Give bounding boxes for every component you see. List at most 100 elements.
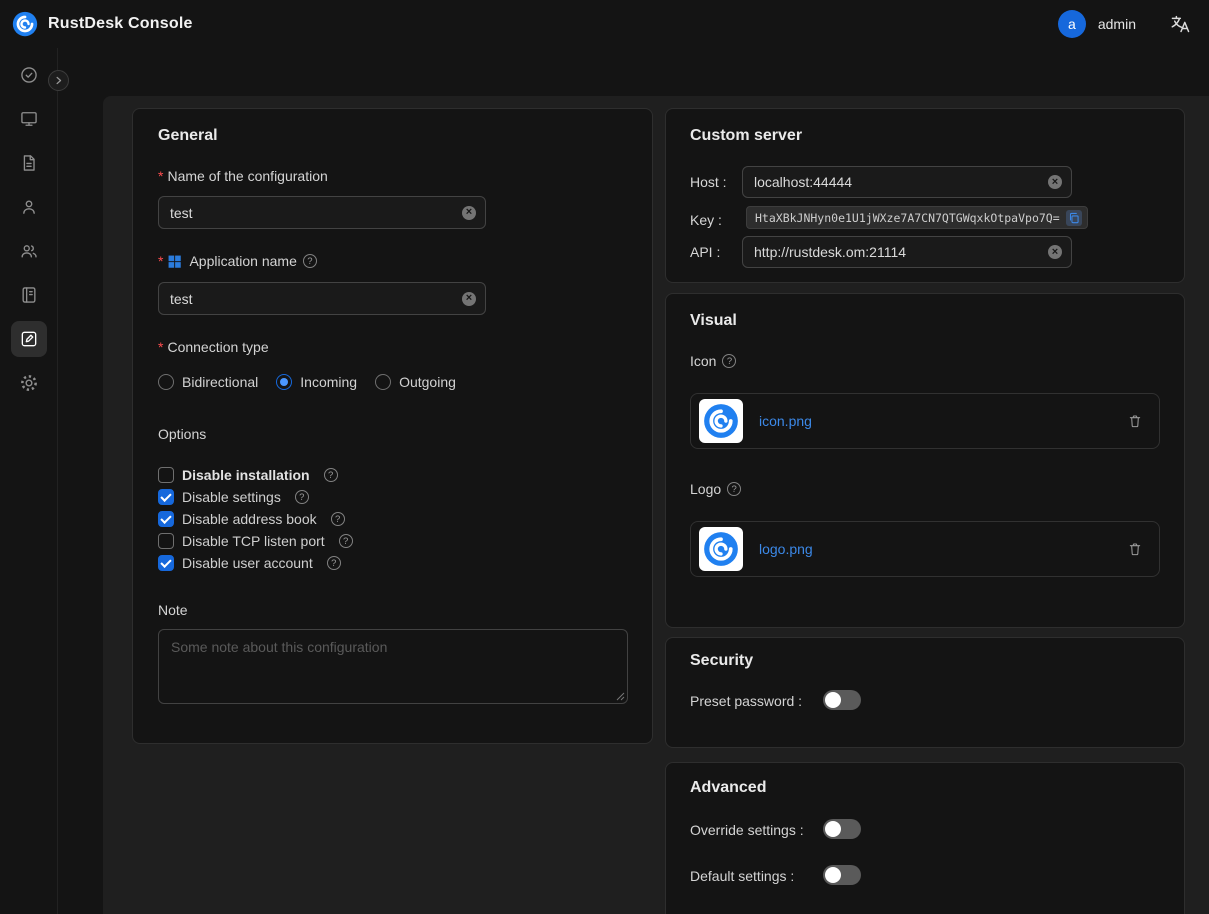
- sidebar-item-custom-clients[interactable]: [11, 321, 47, 357]
- radio-bidirectional[interactable]: Bidirectional: [158, 374, 258, 390]
- logo-label: Logo: [690, 481, 741, 497]
- option-disable-tcp-listen-port[interactable]: Disable TCP listen port: [158, 533, 353, 549]
- default-settings-toggle[interactable]: [823, 865, 861, 885]
- help-icon[interactable]: [303, 254, 317, 268]
- checkbox[interactable]: [158, 533, 174, 549]
- chevron-right-icon: [53, 75, 64, 86]
- application-name-label-text: Application name: [189, 253, 296, 269]
- toggle-knob: [825, 867, 841, 883]
- icon-preview: [699, 399, 743, 443]
- topbar: RustDesk Console a admin: [0, 0, 1209, 48]
- user-icon: [19, 197, 39, 217]
- help-icon[interactable]: [727, 482, 741, 496]
- app-title: RustDesk Console: [48, 15, 193, 33]
- advanced-card: Advanced Override settings : Default set…: [665, 762, 1185, 914]
- option-disable-settings[interactable]: Disable settings: [158, 489, 353, 505]
- circle-check-icon: [19, 65, 39, 85]
- connection-type-label: * Connection type: [158, 339, 269, 355]
- note-textarea[interactable]: [158, 629, 628, 704]
- config-name-label-text: Name of the configuration: [167, 168, 327, 184]
- config-name-label: * Name of the configuration: [158, 168, 328, 184]
- clear-icon[interactable]: [462, 292, 476, 306]
- preset-password-toggle[interactable]: [823, 690, 861, 710]
- radio-control: [276, 374, 292, 390]
- preset-password-label: Preset password :: [690, 693, 802, 709]
- ledger-icon: [19, 285, 39, 305]
- options-checkbox-list: Disable installation Disable settings Di…: [158, 467, 353, 571]
- required-mark: *: [158, 253, 163, 269]
- logo-label-text: Logo: [690, 481, 721, 497]
- application-name-input[interactable]: [159, 291, 485, 307]
- checkbox[interactable]: [158, 467, 174, 483]
- clear-icon[interactable]: [462, 206, 476, 220]
- api-input[interactable]: [743, 244, 1071, 260]
- api-input-wrap: [742, 236, 1072, 268]
- option-disable-installation[interactable]: Disable installation: [158, 467, 353, 483]
- copy-icon[interactable]: [1066, 210, 1082, 226]
- connection-type-radio-group: Bidirectional Incoming Outgoing: [158, 374, 456, 390]
- override-settings-toggle[interactable]: [823, 819, 861, 839]
- help-icon[interactable]: [324, 468, 338, 482]
- sidebar-item-logs[interactable]: [11, 277, 47, 313]
- application-name-label: * Application name: [158, 253, 317, 269]
- sidebar-item-users[interactable]: [11, 189, 47, 225]
- checkbox[interactable]: [158, 555, 174, 571]
- clear-icon[interactable]: [1048, 175, 1062, 189]
- api-label: API :: [690, 244, 720, 260]
- help-icon[interactable]: [331, 512, 345, 526]
- custom-server-card: Custom server Host : Key : HtaXBkJNHyn0e…: [665, 108, 1185, 283]
- required-mark: *: [158, 339, 163, 355]
- checkbox[interactable]: [158, 489, 174, 505]
- icon-upload-box: icon.png: [690, 393, 1160, 449]
- clear-icon[interactable]: [1048, 245, 1062, 259]
- radio-incoming[interactable]: Incoming: [276, 374, 357, 390]
- advanced-title: Advanced: [690, 779, 766, 797]
- sidebar-item-documents[interactable]: [11, 145, 47, 181]
- help-icon[interactable]: [722, 354, 736, 368]
- topbar-right: a admin: [1058, 10, 1191, 38]
- icon-file-link[interactable]: icon.png: [759, 413, 812, 429]
- checkbox-label: Disable TCP listen port: [182, 533, 325, 549]
- option-disable-user-account[interactable]: Disable user account: [158, 555, 353, 571]
- language-icon[interactable]: [1170, 14, 1191, 35]
- radio-control: [375, 374, 391, 390]
- document-icon: [19, 153, 39, 173]
- options-label: Options: [158, 426, 206, 442]
- custom-server-title: Custom server: [690, 127, 802, 145]
- icon-label: Icon: [690, 353, 736, 369]
- default-settings-label: Default settings :: [690, 868, 794, 884]
- delete-icon[interactable]: [1127, 541, 1143, 557]
- sidebar-item-settings[interactable]: [11, 365, 47, 401]
- security-card: Security Preset password :: [665, 637, 1185, 748]
- checkbox-label: Disable settings: [182, 489, 281, 505]
- delete-icon[interactable]: [1127, 413, 1143, 429]
- avatar[interactable]: a: [1058, 10, 1086, 38]
- general-title: General: [158, 127, 218, 145]
- help-icon[interactable]: [327, 556, 341, 570]
- rustdesk-logo-icon: [12, 11, 38, 37]
- sidebar-item-status[interactable]: [11, 57, 47, 93]
- user-menu[interactable]: a admin: [1058, 10, 1136, 38]
- sidebar-collapse-button[interactable]: [48, 70, 69, 91]
- logo-file-link[interactable]: logo.png: [759, 541, 813, 557]
- config-name-input[interactable]: [159, 205, 485, 221]
- help-icon[interactable]: [295, 490, 309, 504]
- option-disable-address-book[interactable]: Disable address book: [158, 511, 353, 527]
- help-icon[interactable]: [339, 534, 353, 548]
- radio-label: Outgoing: [399, 374, 456, 390]
- checkbox-label: Disable address book: [182, 511, 317, 527]
- windows-icon: [167, 254, 182, 269]
- sidebar-item-devices[interactable]: [11, 101, 47, 137]
- note-textarea-wrap: [158, 629, 628, 704]
- radio-label: Bidirectional: [182, 374, 258, 390]
- logo-upload-box: logo.png: [690, 521, 1160, 577]
- application-name-input-wrap: [158, 282, 486, 315]
- sidebar-item-groups[interactable]: [11, 233, 47, 269]
- host-input[interactable]: [743, 174, 1071, 190]
- radio-outgoing[interactable]: Outgoing: [375, 374, 456, 390]
- toggle-knob: [825, 692, 841, 708]
- key-value: HtaXBkJNHyn0e1U1jWXze7A7CN7QTGWqxkOtpaVp…: [755, 211, 1062, 225]
- checkbox[interactable]: [158, 511, 174, 527]
- security-title: Security: [690, 652, 753, 670]
- radio-control: [158, 374, 174, 390]
